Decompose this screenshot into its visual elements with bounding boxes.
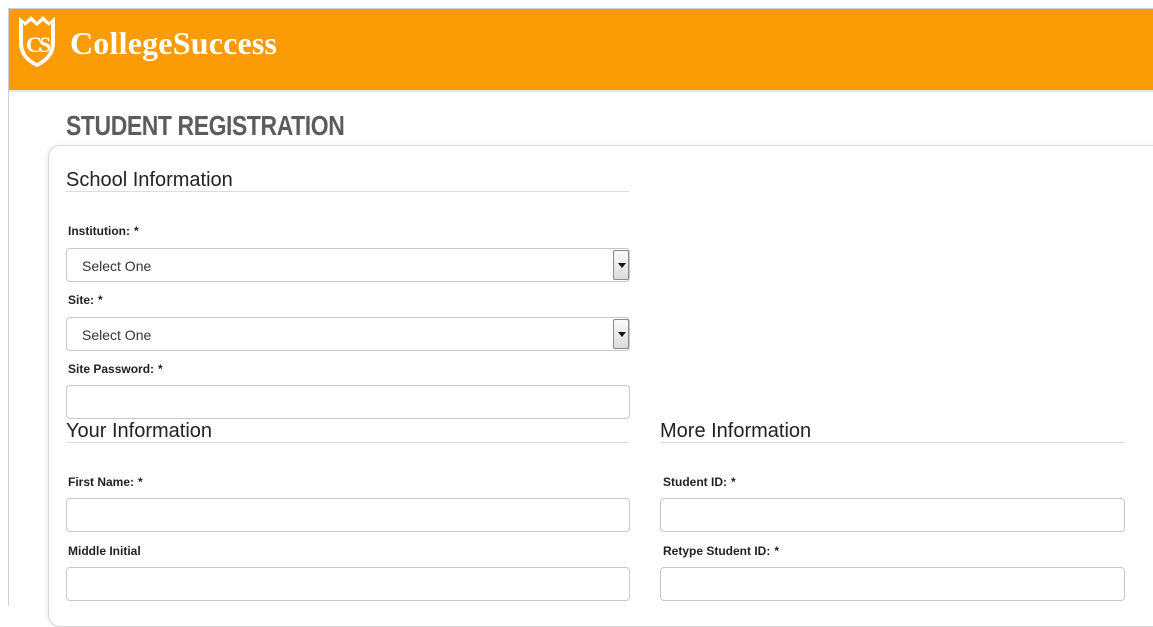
section-divider-school [66, 191, 629, 192]
retype-student-id-label: Retype Student ID: * [663, 544, 779, 558]
required-marker: * [133, 224, 139, 238]
section-divider-your-info [66, 442, 629, 443]
site-password-label-text: Site Password: [68, 362, 155, 376]
section-title-your-information: Your Information [66, 420, 213, 442]
chevron-down-icon[interactable] [613, 319, 629, 349]
retype-student-id-field[interactable] [660, 567, 1125, 601]
header-shadow [9, 90, 1153, 92]
site-password-label: Site Password: * [68, 362, 163, 376]
section-title-school-information: School Information [66, 169, 233, 191]
section-divider-more-info [660, 442, 1125, 443]
institution-label: Institution: * [68, 224, 139, 238]
student-id-label-text: Student ID: [663, 475, 727, 489]
required-marker: * [731, 475, 736, 489]
logo-letters: CS [26, 32, 51, 57]
middle-initial-label: Middle Initial [68, 544, 141, 558]
first-name-label: First Name: * [68, 475, 143, 489]
required-marker: * [774, 544, 780, 558]
student-id-field[interactable] [660, 498, 1125, 532]
site-label: Site: * [68, 293, 103, 307]
student-id-label: Student ID: * [663, 475, 736, 489]
window-frame-left [8, 8, 9, 606]
institution-select-value: Select One [82, 258, 152, 274]
section-title-more-information: More Information [660, 420, 812, 442]
institution-select[interactable]: Select One [66, 248, 630, 282]
required-marker: * [138, 475, 143, 489]
retype-student-id-label-text: Retype Student ID: [663, 544, 771, 558]
required-marker: * [158, 362, 163, 376]
site-password-field[interactable] [66, 385, 630, 419]
site-select[interactable]: Select One [66, 317, 630, 351]
page-title: STUDENT REGISTRATION [66, 110, 345, 141]
site-select-value: Select One [82, 327, 152, 343]
institution-label-text: Institution: [68, 224, 130, 238]
site-label-text: Site: [68, 293, 95, 307]
college-success-logo-icon[interactable]: CS [9, 9, 63, 71]
chevron-down-icon[interactable] [613, 250, 629, 280]
middle-initial-field[interactable] [66, 567, 630, 601]
brand-name[interactable]: CollegeSuccess [70, 25, 277, 62]
first-name-label-text: First Name: [68, 475, 135, 489]
required-marker: * [98, 293, 103, 307]
first-name-field[interactable] [66, 498, 630, 532]
